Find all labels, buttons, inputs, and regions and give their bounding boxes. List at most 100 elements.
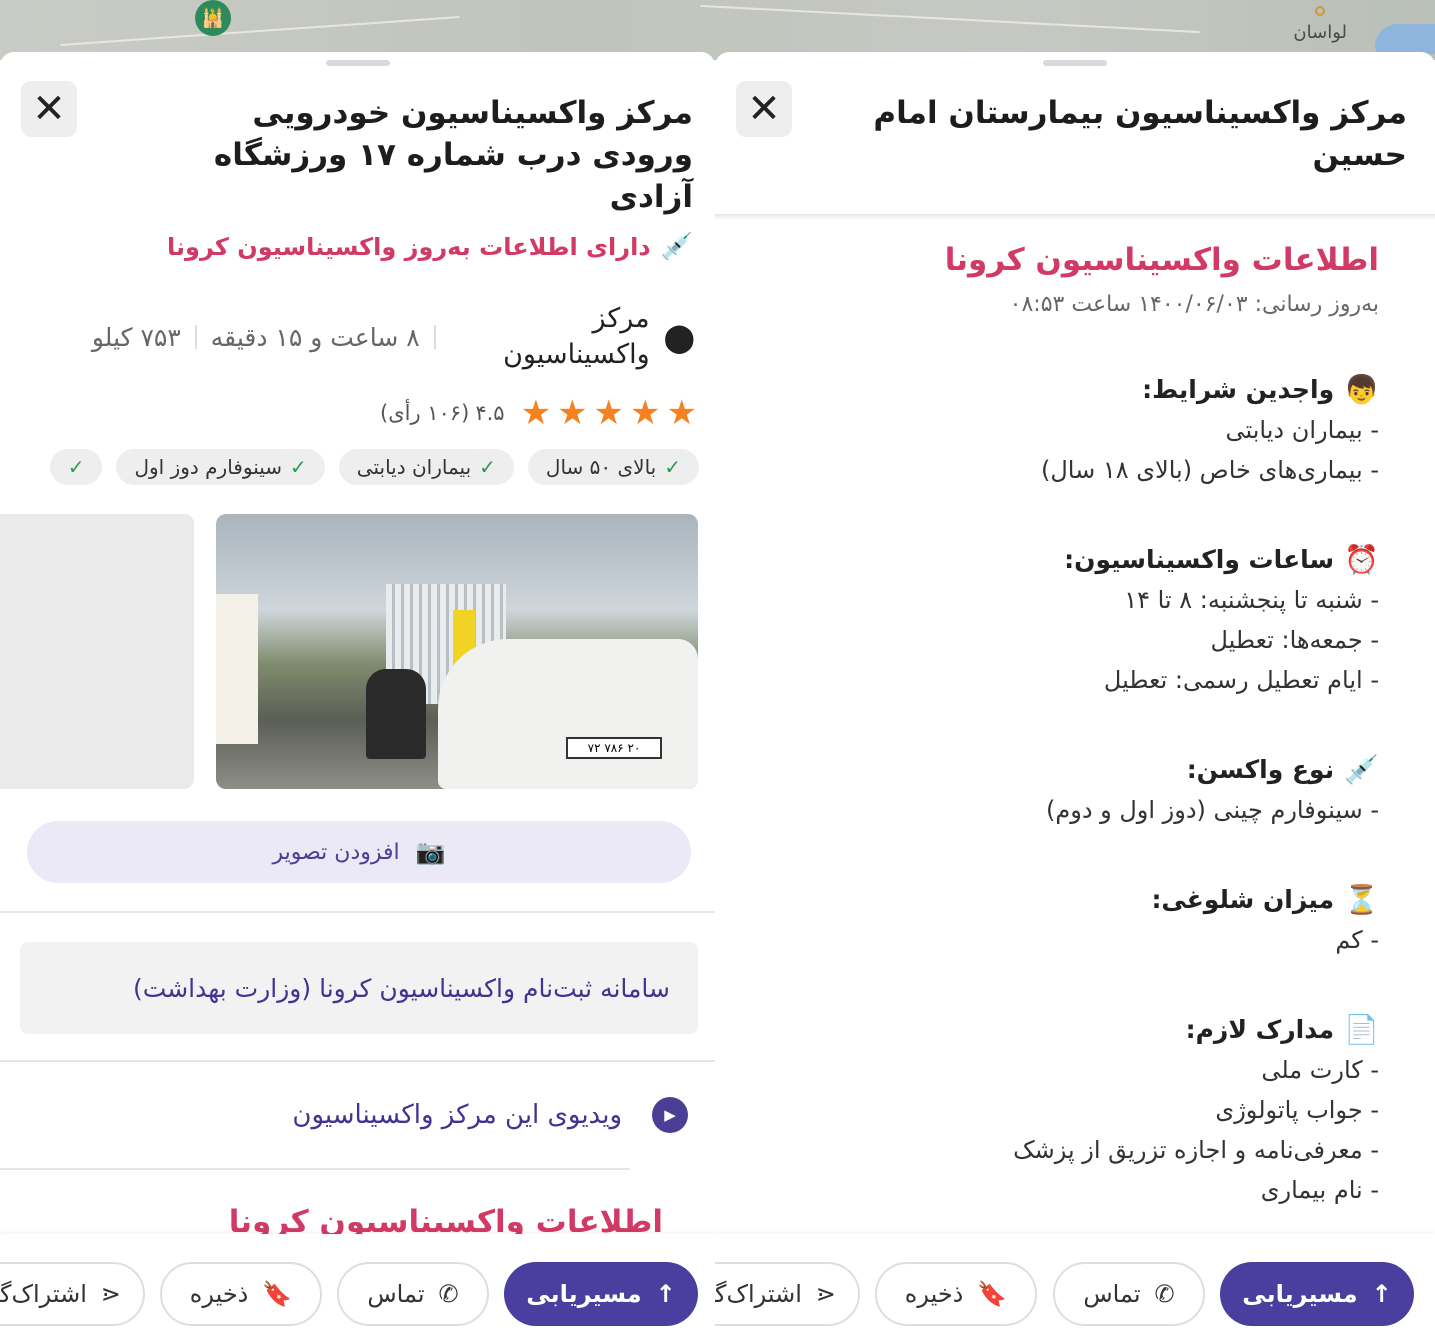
call-label: تماس — [367, 1280, 425, 1308]
section-title: میزان شلوغی: — [1151, 885, 1335, 914]
map-water — [1375, 24, 1435, 54]
chip[interactable]: ✓ سینوفارم دوز اول — [116, 449, 325, 485]
drag-handle[interactable] — [325, 60, 390, 66]
registration-link-text: سامانه ثبت‌نام واکسیناسیون کرونا (وزارت … — [132, 973, 670, 1003]
section-line: - نام بیماری — [1260, 1176, 1379, 1204]
check-icon: ✓ — [67, 455, 85, 479]
section-title: مدارک لازم: — [1185, 1015, 1335, 1044]
map-place-label: لواسان — [1293, 22, 1347, 43]
share-label: اشتراک‌گذاری — [715, 1280, 802, 1308]
place-title: مرکز واکسیناسیون خودرویی ورودی درب شماره… — [213, 95, 693, 215]
location-category: مرکز واکسیناسیون — [503, 303, 650, 370]
location-row: ⬤ مرکز واکسیناسیون ۸ ساعت و ۱۵ دقیقه ۷۵۳… — [0, 300, 695, 374]
call-button[interactable]: ✆ تماس — [337, 1262, 489, 1326]
section-title: نوع واکسن: — [1186, 755, 1335, 784]
alarm-clock-icon: ⏰ — [1344, 543, 1379, 576]
drag-handle[interactable] — [1043, 60, 1107, 66]
route-button[interactable]: ↑ مسیریابی — [504, 1262, 698, 1326]
chip-label: بالای ۵۰ سال — [545, 455, 657, 479]
separator — [194, 325, 197, 349]
divider — [0, 911, 715, 913]
close-icon: ✕ — [32, 86, 66, 132]
hourglass-icon: ⏳ — [1344, 883, 1379, 916]
section-line: - کارت ملی — [1261, 1056, 1379, 1084]
arrow-up-icon: ↑ — [655, 1280, 676, 1308]
check-icon: ✓ — [479, 455, 496, 479]
documents-section: 📄 مدارک لازم: - کارت ملی - جواب پاتولوژی … — [739, 1010, 1379, 1210]
registration-link[interactable]: سامانه ثبت‌نام واکسیناسیون کرونا (وزارت … — [20, 942, 698, 1034]
chip[interactable]: ✓ بیماران دیابتی — [338, 449, 514, 485]
save-button[interactable]: 🔖 ذخیره — [875, 1262, 1037, 1326]
bookmark-icon: 🔖 — [262, 1280, 293, 1308]
section-line: - جواب پاتولوژی — [1215, 1096, 1379, 1124]
close-button[interactable]: ✕ — [21, 81, 77, 137]
rating-value: ۴.۵ — [475, 401, 505, 425]
chip[interactable]: ✓ — [49, 449, 103, 485]
separator — [433, 325, 436, 349]
call-button[interactable]: ✆ تماس — [1053, 1262, 1205, 1326]
section-line: - شنبه تا پنجشنبه: ۸ تا ۱۴ — [1124, 586, 1379, 614]
photo-car — [438, 639, 698, 789]
mosque-pin-icon[interactable]: 🕌 — [195, 0, 231, 36]
map-road — [700, 4, 1200, 34]
vaccine-info: اطلاعات واکسیناسیون کرونا به‌روز رسانی: … — [739, 238, 1379, 1210]
vaccine-info-heading: اطلاعات واکسیناسیون کرونا — [228, 1204, 663, 1238]
rating-votes: (۱۰۶ رأی) — [380, 401, 470, 425]
vaccine-info-text: دارای اطلاعات به‌روز واکسیناسیون کرونا — [167, 233, 651, 261]
star-icon: ★ — [666, 393, 697, 433]
chip[interactable]: ✓ بالای ۵۰ سال — [527, 449, 699, 485]
route-button[interactable]: ↑ مسیریابی — [1220, 1262, 1414, 1326]
syringe-icon: 💉 — [1344, 753, 1379, 786]
map-place-dot — [1315, 6, 1325, 16]
photo-people — [366, 669, 426, 759]
photo-plate: ۷۲ ۷۸۶ ۲۰ — [566, 737, 662, 759]
section-title: واجدین شرایط: — [1142, 375, 1335, 404]
phone-icon: ✆ — [1154, 1280, 1175, 1308]
photo-banner — [216, 594, 258, 744]
save-label: ذخیره — [189, 1280, 249, 1308]
close-icon: ✕ — [747, 86, 781, 132]
syringe-icon: 💉 — [660, 232, 693, 262]
map-background[interactable]: 🕌 لواسان — [0, 0, 1435, 60]
arrow-up-icon: ↑ — [1371, 1280, 1392, 1308]
close-button[interactable]: ✕ — [736, 81, 792, 137]
map-road — [60, 16, 460, 46]
rating-row[interactable]: ★ ★ ★ ★ ★ ۴.۵ (۱۰۶ رأی) — [380, 396, 697, 430]
eligibility-section: 👦 واجدین شرایط: - بیماران دیابتی - بیماری… — [739, 370, 1379, 490]
section-line: - سینوفارم چینی (دوز اول و دوم) — [1046, 796, 1379, 824]
section-line: - معرفی‌نامه و اجازه تزریق از پزشک — [1013, 1136, 1379, 1164]
video-link[interactable]: ▶ ویدیوی این مرکز واکسیناسیون — [292, 1097, 688, 1133]
updated-timestamp: به‌روز رسانی: ۱۴۰۰/۰۶/۰۳ ساعت ۰۸:۵۳ — [1009, 292, 1379, 317]
camera-icon: 📷 — [415, 838, 446, 866]
call-label: تماس — [1083, 1280, 1141, 1308]
video-label: ویدیوی این مرکز واکسیناسیون — [292, 1100, 622, 1130]
star-icon: ★ — [593, 393, 625, 433]
vaccine-info-tag: 💉 دارای اطلاعات به‌روز واکسیناسیون کرونا — [167, 232, 693, 262]
add-photo-button[interactable]: 📷 افزودن تصویر — [27, 821, 691, 883]
star-icon: ★ — [557, 393, 588, 433]
chip-label: سینوفارم دوز اول — [134, 455, 283, 479]
route-label: مسیریابی — [1242, 1280, 1358, 1308]
section-line: - بیماران دیابتی — [1225, 416, 1379, 444]
phone-icon: ✆ — [438, 1280, 459, 1308]
document-icon: 📄 — [1344, 1013, 1379, 1046]
share-button[interactable]: ⋖ اشتراک‌گذاری — [0, 1262, 145, 1326]
bookmark-icon: 🔖 — [977, 1280, 1008, 1308]
crowd-section: ⏳ میزان شلوغی: - کم — [739, 880, 1379, 960]
divider — [0, 1060, 715, 1062]
route-label: مسیریابی — [526, 1280, 642, 1308]
section-line: - بیماری‌های خاص (بالای ۱۸ سال) — [1040, 456, 1379, 484]
section-title: ساعات واکسیناسیون: — [1064, 545, 1335, 574]
place-sheet-left: مرکز واکسیناسیون خودرویی ورودی درب شماره… — [0, 52, 715, 1344]
share-button[interactable]: ⋖ اشتراک‌گذاری — [715, 1262, 860, 1326]
section-line: - کم — [1335, 926, 1379, 954]
place-photo[interactable]: ۷۲ ۷۸۶ ۲۰ — [216, 514, 698, 789]
save-button[interactable]: 🔖 ذخیره — [160, 1262, 322, 1326]
location-pin-icon: ⬤ — [663, 320, 695, 354]
divider — [0, 1168, 630, 1170]
boy-icon: 👦 — [1344, 373, 1379, 406]
photo-placeholder[interactable] — [0, 514, 194, 789]
section-line: - ایام تعطیل رسمی: تعطیل — [1103, 666, 1379, 694]
save-label: ذخیره — [904, 1280, 964, 1308]
vaccine-type-section: 💉 نوع واکسن: - سینوفارم چینی (دوز اول و د… — [739, 750, 1379, 830]
